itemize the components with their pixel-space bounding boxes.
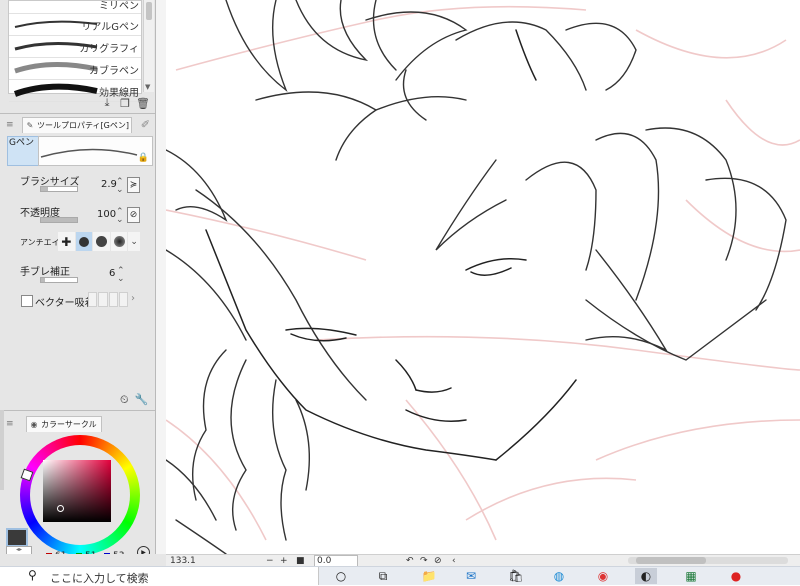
brush-item-label: ミリペン bbox=[99, 1, 139, 12]
brush-size-value[interactable]: 2.9 bbox=[101, 179, 117, 190]
opacity-toggle-icon[interactable]: ⊘ bbox=[127, 207, 140, 223]
antialias-options: ✚ ⌄ bbox=[58, 232, 141, 252]
aa-strong-icon bbox=[113, 236, 125, 247]
chevron-right-icon[interactable]: › bbox=[131, 293, 135, 304]
brush-list-tools: ⤓ ❐ 🗑 bbox=[100, 96, 150, 110]
file-explorer-icon[interactable]: 📁 bbox=[418, 568, 440, 584]
stabilization-slider[interactable] bbox=[40, 277, 78, 283]
store-icon[interactable]: 🛍 bbox=[505, 568, 527, 584]
brush-size-spinner[interactable]: ⌃ ⌄ bbox=[116, 178, 124, 195]
taskbar-search[interactable]: ⚲ ここに入力して検索 bbox=[0, 567, 319, 585]
scrollbar-thumb[interactable] bbox=[146, 2, 152, 20]
saturation-value-square[interactable] bbox=[43, 460, 111, 522]
panel-grip-icon[interactable]: ≡ bbox=[6, 419, 14, 429]
import-icon[interactable]: ⤓ bbox=[100, 96, 114, 110]
tab-label: カラーサークル bbox=[41, 420, 97, 429]
chrome-icon[interactable]: ◉ bbox=[592, 568, 614, 584]
tool-property-footer: ⏲ 🔧 bbox=[120, 393, 148, 407]
brush-item-label: カブラペン bbox=[89, 66, 139, 77]
color-tab-bar: ≡ ◉ カラーサークル bbox=[6, 415, 154, 432]
brush-item-label: カリグラフィ bbox=[79, 44, 139, 55]
brush-preview: 🔒 bbox=[38, 136, 153, 166]
aa-weak-icon bbox=[78, 236, 89, 247]
brush-stroke-preview bbox=[13, 83, 98, 97]
drawing-canvas[interactable] bbox=[166, 0, 800, 554]
tool-name: Gペン bbox=[7, 136, 41, 166]
stabilization-spinner[interactable]: ⌃ ⌄ bbox=[117, 267, 125, 284]
excel-icon[interactable]: ▦ bbox=[680, 568, 702, 584]
vector-magnet-label: ベクター吸着 bbox=[35, 298, 95, 309]
antialias-none-option[interactable]: ✚ bbox=[58, 232, 75, 251]
brush-size-slider[interactable] bbox=[40, 186, 78, 192]
clip-studio-icon[interactable]: ◐ bbox=[635, 568, 657, 584]
sketch-artwork bbox=[166, 0, 800, 554]
trash-icon[interactable]: 🗑 bbox=[136, 96, 150, 110]
tab-tool-property[interactable]: ✎ ツールプロパティ[Gペン] bbox=[22, 117, 132, 133]
aa-medium-icon bbox=[95, 236, 107, 247]
brush-item[interactable]: リアルGペン bbox=[9, 14, 141, 36]
search-icon: ⚲ bbox=[28, 568, 37, 582]
brush-item-label: リアルGペン bbox=[81, 22, 139, 33]
stroke-preview bbox=[40, 148, 138, 158]
brush-stroke-preview bbox=[14, 62, 98, 74]
brush-settings-icon[interactable]: ✐ bbox=[141, 118, 150, 131]
pressure-icon[interactable]: ≽ bbox=[127, 177, 140, 193]
chevron-down-icon[interactable]: ▼ bbox=[145, 83, 150, 91]
panel-edge bbox=[0, 410, 4, 490]
cortana-icon[interactable]: ○ bbox=[330, 568, 352, 584]
brush-item[interactable]: カリグラフィ bbox=[9, 36, 141, 58]
stabilization-label: 手ブレ補正 bbox=[20, 267, 70, 278]
main-color-swatch[interactable] bbox=[6, 528, 28, 547]
windows-taskbar: ⚲ ここに入力して検索 ○ ⧉ 📁 ✉ 🛍 ◍ ◉ ◐ ▦ ● bbox=[0, 566, 800, 585]
chevron-down-icon[interactable]: ⌄ bbox=[128, 232, 141, 251]
tab-label: ツールプロパティ[Gペン] bbox=[37, 121, 129, 130]
panel-gutter bbox=[156, 0, 166, 554]
app-icon[interactable]: ● bbox=[725, 568, 747, 584]
wrench-icon[interactable]: 🔧 bbox=[135, 393, 149, 407]
opacity-value[interactable]: 100 bbox=[97, 209, 116, 220]
antialias-medium-option[interactable] bbox=[93, 232, 110, 251]
brush-item[interactable]: ミリペン bbox=[9, 1, 141, 14]
lock-icon[interactable]: 🔒 bbox=[138, 153, 149, 163]
edge-icon[interactable]: ◍ bbox=[548, 568, 570, 584]
left-panel: ミリペン リアルGペン カリグラフィ カブラペン 効果線用 ▼ ⤓ ❐ 🗑 ≡ … bbox=[0, 0, 156, 561]
brush-item[interactable]: カブラペン bbox=[9, 58, 141, 80]
antialias-strong-option[interactable] bbox=[110, 232, 128, 251]
aa-none-icon: ✚ bbox=[61, 234, 72, 249]
brush-list: ミリペン リアルGペン カリグラフィ カブラペン 効果線用 bbox=[8, 0, 142, 102]
stabilization-value[interactable]: 6 bbox=[109, 268, 115, 279]
panel-grip-icon[interactable]: ≡ bbox=[6, 120, 14, 130]
antialias-weak-option[interactable] bbox=[75, 232, 93, 251]
vector-magnet-options[interactable] bbox=[88, 292, 128, 307]
divider bbox=[0, 113, 155, 114]
panel-footer bbox=[0, 554, 166, 566]
mail-icon[interactable]: ✉ bbox=[460, 568, 482, 584]
reset-icon[interactable]: ⏲ bbox=[120, 393, 129, 407]
brush-list-scrollbar[interactable]: ▼ bbox=[143, 0, 154, 92]
divider bbox=[0, 410, 155, 411]
task-view-icon[interactable]: ⧉ bbox=[372, 568, 394, 584]
tool-property-tab-bar: ≡ ✎ ツールプロパティ[Gペン] ✐ bbox=[6, 116, 154, 134]
scrollbar-thumb[interactable] bbox=[636, 557, 706, 564]
opacity-slider[interactable] bbox=[40, 217, 78, 223]
duplicate-icon[interactable]: ❐ bbox=[118, 96, 132, 110]
sv-cursor[interactable] bbox=[57, 505, 64, 512]
vector-magnet-checkbox[interactable] bbox=[21, 295, 33, 307]
color-circle-icon: ◉ bbox=[30, 420, 38, 429]
horizontal-scrollbar[interactable] bbox=[628, 557, 788, 564]
pen-icon: ✎ bbox=[26, 121, 34, 130]
tab-color-circle[interactable]: ◉ カラーサークル bbox=[26, 416, 102, 432]
opacity-spinner[interactable]: ⌃ ⌄ bbox=[116, 208, 124, 225]
